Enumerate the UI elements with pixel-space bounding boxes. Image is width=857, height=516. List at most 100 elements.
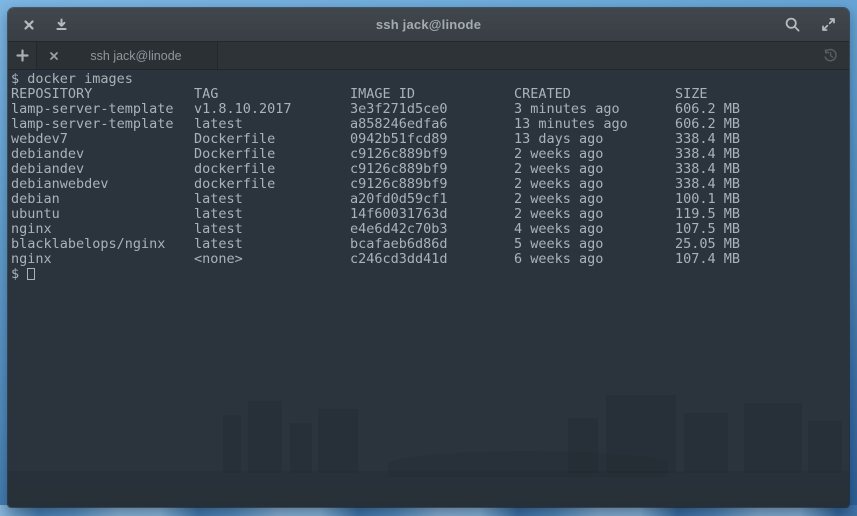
maximize-button[interactable] (815, 12, 841, 38)
table-cell: 25.05 MB (675, 237, 740, 252)
new-tab-button[interactable] (8, 42, 37, 69)
table-cell: <none> (194, 252, 243, 267)
close-window-button[interactable] (16, 12, 42, 38)
terminal-line: REPOSITORY TAG IMAGE ID CREATED SIZE (11, 87, 849, 102)
close-icon (49, 51, 59, 61)
table-row: ubuntu latest 14f60031763d 2 weeks ago 119.5… (11, 207, 849, 222)
tabbar: ssh jack@linode (8, 42, 849, 70)
table-cell: 119.5 MB (675, 207, 740, 222)
terminal-window: ssh jack@linode (8, 8, 849, 507)
table-row: nginx <none> c246cd3dd41d 6 weeks ago 107.4 … (11, 252, 849, 267)
table-cell: 14f60031763d (350, 207, 448, 222)
table-cell: 3e3f271d5ce0 (350, 102, 448, 117)
tab-close-button[interactable] (45, 47, 63, 65)
window-title: ssh jack@linode (8, 17, 849, 32)
table-row: debian latest a20fd0d59cf1 2 weeks ago 100.1… (11, 192, 849, 207)
table-cell: a20fd0d59cf1 (350, 192, 448, 207)
terminal-screen[interactable]: $ docker imagesREPOSITORY TAG IMAGE ID CREA… (8, 70, 849, 507)
history-button[interactable] (817, 42, 843, 69)
table-cell: 6 weeks ago (514, 252, 603, 267)
table-cell: 338.4 MB (675, 177, 740, 192)
desktop-wallpaper: ssh jack@linode (0, 0, 857, 516)
tab-label: ssh jack@linode (63, 49, 209, 63)
column-header: IMAGE ID (350, 87, 415, 102)
table-cell: nginx (11, 252, 52, 267)
column-header: REPOSITORY (11, 87, 92, 102)
terminal-cursor (27, 268, 35, 280)
table-cell: 2 weeks ago (514, 177, 603, 192)
expand-icon (821, 17, 836, 32)
table-cell: debianwebdev (11, 177, 109, 192)
tab-ssh-session[interactable]: ssh jack@linode (37, 42, 218, 69)
table-cell: 2 weeks ago (514, 147, 603, 162)
download-icon (55, 18, 68, 31)
table-cell: 107.4 MB (675, 252, 740, 267)
table-cell: 606.2 MB (675, 102, 740, 117)
table-row: lamp-server-template latest a858246edfa6 13… (11, 117, 849, 132)
table-cell: e4e6d42c70b3 (350, 222, 448, 237)
table-row: debiandev dockerfile c9126c889bf9 2 weeks a… (11, 162, 849, 177)
table-cell: 606.2 MB (675, 117, 740, 132)
table-row: nginx latest e4e6d42c70b3 4 weeks ago 107.5 … (11, 222, 849, 237)
table-cell: lamp-server-template (11, 102, 174, 117)
table-cell: debiandev (11, 162, 84, 177)
table-cell: bcafaeb6d86d (350, 237, 448, 252)
download-button[interactable] (48, 12, 74, 38)
table-cell: latest (194, 207, 243, 222)
table-cell: v1.8.10.2017 (194, 102, 292, 117)
plus-icon (16, 49, 29, 62)
table-cell: 2 weeks ago (514, 207, 603, 222)
table-cell: 338.4 MB (675, 132, 740, 147)
table-cell: a858246edfa6 (350, 117, 448, 132)
table-row: debiandev Dockerfile c9126c889bf9 2 weeks a… (11, 147, 849, 162)
table-cell: latest (194, 237, 243, 252)
table-cell: 13 minutes ago (514, 117, 628, 132)
table-cell: 5 weeks ago (514, 237, 603, 252)
table-row: webdev7 Dockerfile 0942b51fcd89 13 days ago… (11, 132, 849, 147)
search-icon (784, 16, 801, 33)
table-cell: 100.1 MB (675, 192, 740, 207)
table-cell: 107.5 MB (675, 222, 740, 237)
table-row: blacklabelops/nginx latest bcafaeb6d86d 5 w… (11, 237, 849, 252)
table-cell: Dockerfile (194, 132, 275, 147)
table-cell: latest (194, 117, 243, 132)
table-cell: 4 weeks ago (514, 222, 603, 237)
table-cell: 338.4 MB (675, 147, 740, 162)
history-icon (822, 47, 839, 64)
table-cell: 13 days ago (514, 132, 603, 147)
shell-prompt: $ (11, 267, 19, 282)
table-cell: 2 weeks ago (514, 162, 603, 177)
terminal-output: $ docker imagesREPOSITORY TAG IMAGE ID CREA… (8, 70, 849, 507)
table-cell: debiandev (11, 147, 84, 162)
table-cell: webdev7 (11, 132, 68, 147)
table-cell: 0942b51fcd89 (350, 132, 448, 147)
table-cell: c9126c889bf9 (350, 177, 448, 192)
terminal-line: $ docker images (11, 72, 849, 87)
table-cell: c246cd3dd41d (350, 252, 448, 267)
table-cell: latest (194, 192, 243, 207)
table-cell: dockerfile (194, 162, 275, 177)
titlebar[interactable]: ssh jack@linode (8, 8, 849, 42)
table-row: lamp-server-template v1.8.10.2017 3e3f271d… (11, 102, 849, 117)
table-cell: lamp-server-template (11, 117, 174, 132)
table-cell: blacklabelops/nginx (11, 237, 165, 252)
table-cell: Dockerfile (194, 147, 275, 162)
table-cell: 2 weeks ago (514, 192, 603, 207)
command-line: $ docker images (11, 72, 133, 87)
table-cell: c9126c889bf9 (350, 162, 448, 177)
table-cell: ubuntu (11, 207, 60, 222)
table-cell: nginx (11, 222, 52, 237)
table-cell: 338.4 MB (675, 162, 740, 177)
table-cell: dockerfile (194, 177, 275, 192)
close-icon (23, 19, 35, 31)
table-row: debianwebdev dockerfile c9126c889bf9 2 week… (11, 177, 849, 192)
table-cell: c9126c889bf9 (350, 147, 448, 162)
column-header: TAG (194, 87, 218, 102)
column-header: SIZE (675, 87, 708, 102)
column-header: CREATED (514, 87, 571, 102)
terminal-line: $ (11, 267, 849, 282)
search-button[interactable] (779, 12, 805, 38)
table-cell: 3 minutes ago (514, 102, 620, 117)
table-cell: latest (194, 222, 243, 237)
table-cell: debian (11, 192, 60, 207)
